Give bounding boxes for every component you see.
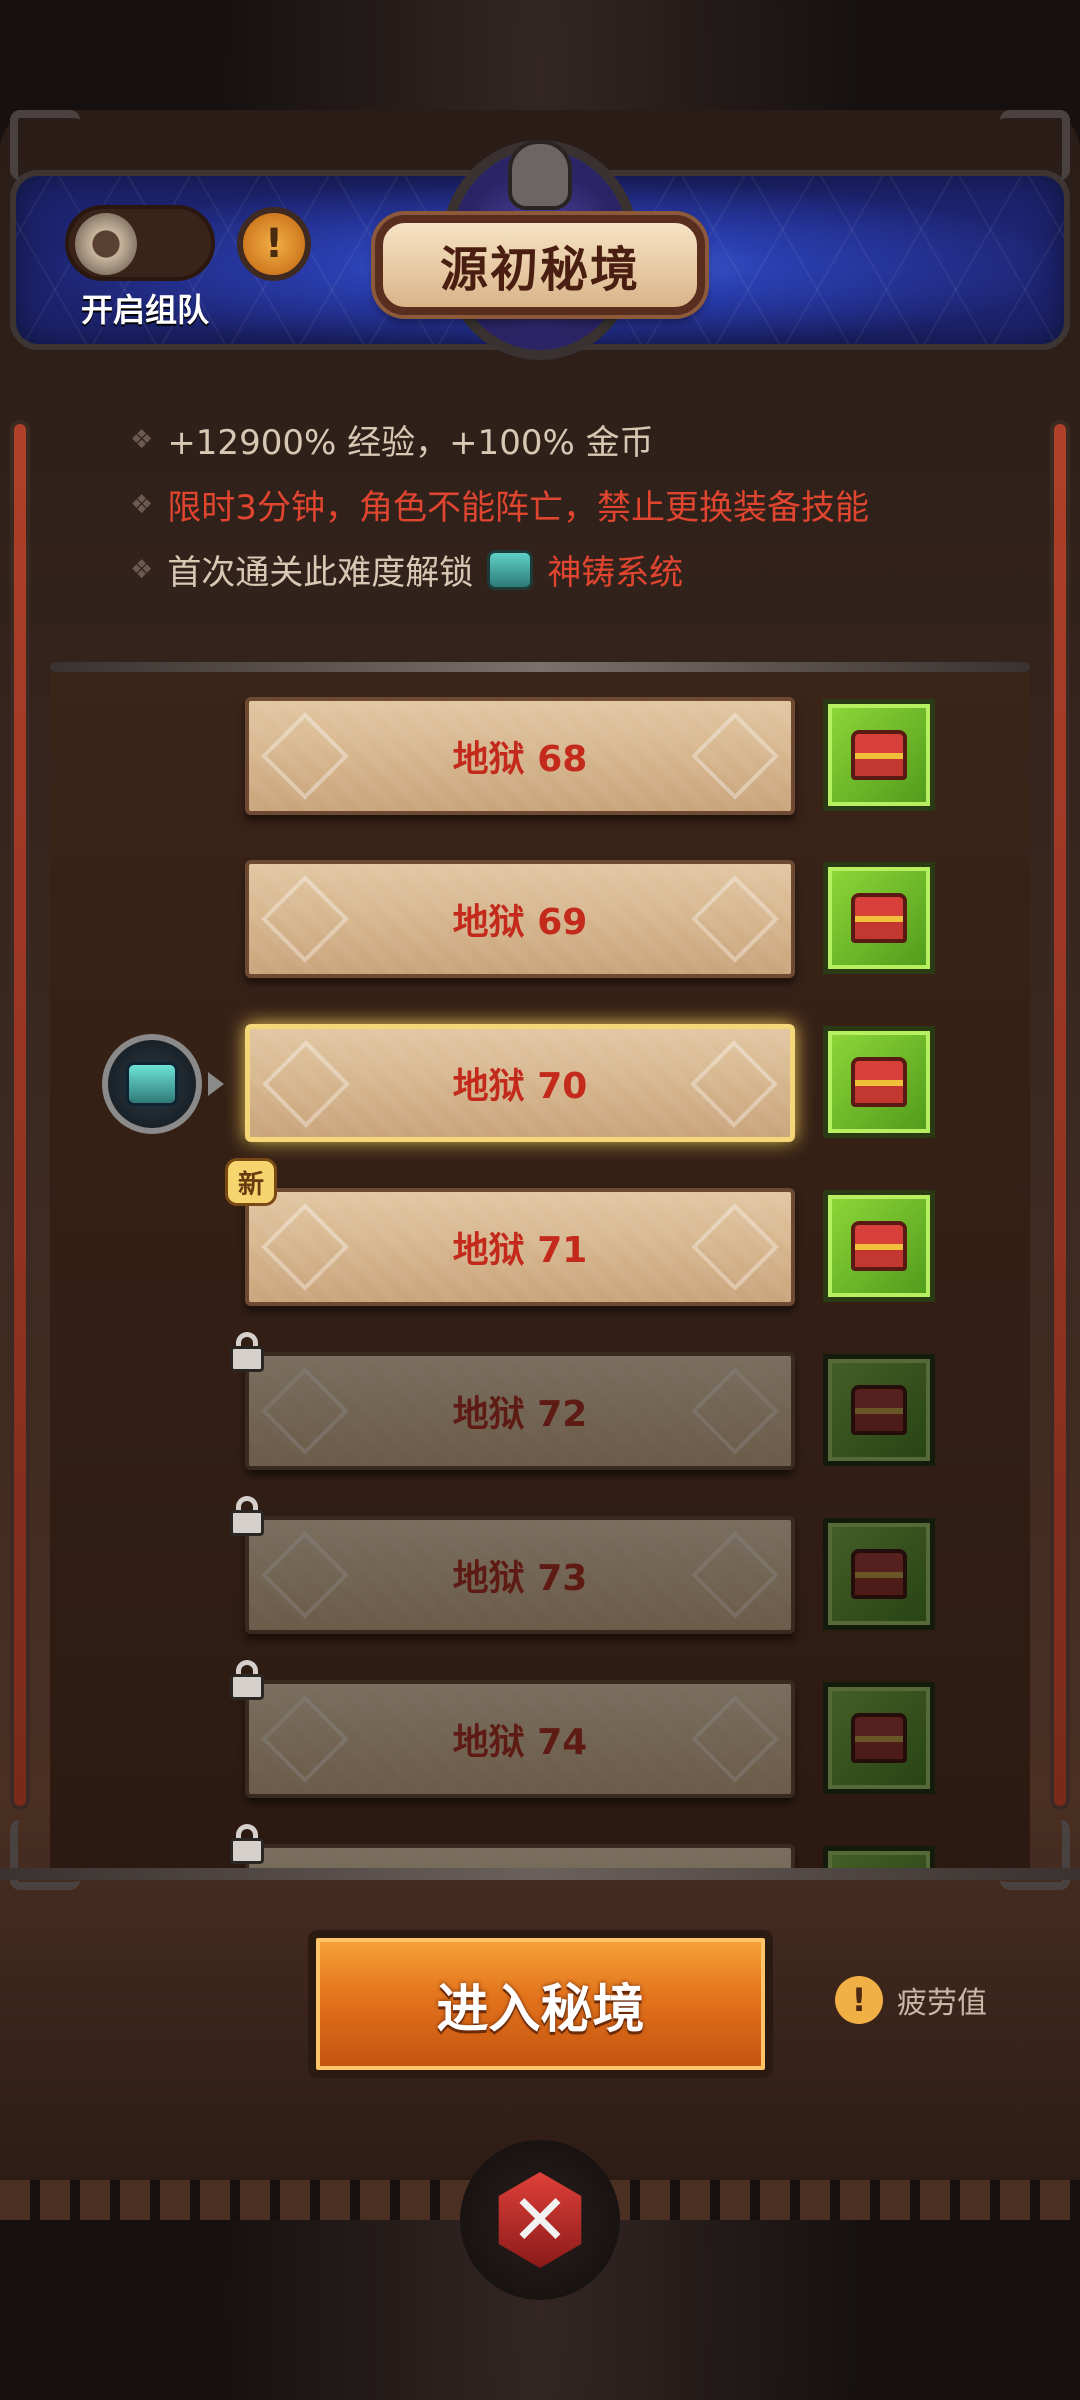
level-row[interactable]: 地狱 69	[50, 860, 1030, 980]
lock-icon	[230, 1824, 264, 1864]
level-button[interactable]: 地狱 69	[245, 860, 795, 978]
chest-icon	[851, 1057, 907, 1107]
marker-arrow-icon	[208, 1072, 224, 1096]
left-rail	[10, 420, 30, 1810]
chest-icon	[851, 730, 907, 780]
lock-icon	[230, 1660, 264, 1700]
enter-dungeon-button[interactable]: 进入秘境	[308, 1930, 773, 2078]
level-button[interactable]: 地狱 73	[245, 1516, 795, 1634]
level-button[interactable]: 地狱 72	[245, 1352, 795, 1470]
frame-corner	[1000, 110, 1070, 180]
info-unlock: ❖ 首次通关此难度解锁 神铸系统	[130, 545, 683, 594]
fatigue-info[interactable]: ! 疲劳值	[835, 1975, 987, 2025]
team-toggle[interactable]	[65, 205, 215, 281]
level-button[interactable]: 地狱 68	[245, 697, 795, 815]
toggle-knob	[75, 213, 137, 275]
reward-chest-button[interactable]	[823, 1354, 935, 1466]
exclamation-icon: !	[264, 221, 284, 267]
forge-system-icon	[126, 1062, 178, 1106]
info-rules: ❖ 限时3分钟，角色不能阵亡，禁止更换装备技能	[130, 488, 869, 528]
divider	[50, 662, 1030, 672]
team-toggle-label: 开启组队	[80, 291, 209, 329]
level-row[interactable]: 地狱 71 新	[50, 1158, 1030, 1308]
close-icon: ✕	[498, 2172, 582, 2268]
fatigue-label: 疲劳值	[897, 1986, 987, 2021]
chest-icon	[851, 1221, 907, 1271]
close-button[interactable]: ✕	[460, 2140, 620, 2300]
reward-chest-button[interactable]	[823, 699, 935, 811]
new-badge: 新	[225, 1158, 277, 1206]
difficulty-list[interactable]: 地狱 68 地狱 69 地狱 70 地狱 71 新 地狱 72 地狱 73 地狱…	[50, 672, 1030, 1872]
reward-chest-button[interactable]	[823, 862, 935, 974]
lock-icon	[230, 1332, 264, 1372]
level-row-locked[interactable]: 地狱 72	[50, 1332, 1030, 1472]
level-row-locked[interactable]: 地狱 74	[50, 1660, 1030, 1800]
chest-icon	[851, 1713, 907, 1763]
bullet-icon: ❖	[130, 424, 154, 455]
right-rail	[1050, 420, 1070, 1810]
reward-chest-button[interactable]	[823, 1682, 935, 1794]
bullet-icon: ❖	[130, 489, 154, 520]
reward-chest-button[interactable]	[823, 1190, 935, 1302]
info-warning-button[interactable]: !	[237, 207, 311, 281]
reward-chest-button[interactable]	[823, 1026, 935, 1138]
level-button[interactable]: 地狱 70	[245, 1024, 795, 1142]
chest-icon	[851, 1385, 907, 1435]
forge-system-icon	[487, 549, 534, 590]
level-row[interactable]: 地狱 68	[50, 697, 1030, 817]
chest-icon	[851, 1549, 907, 1599]
info-area: ❖ +12900% 经验，+100% 金币 ❖ 限时3分钟，角色不能阵亡，禁止更…	[40, 380, 1040, 660]
lock-icon	[230, 1496, 264, 1536]
exclamation-icon: !	[835, 1976, 883, 2024]
forge-system-link: 神铸系统	[547, 553, 684, 593]
level-button[interactable]: 地狱 71	[245, 1188, 795, 1306]
chest-icon	[851, 893, 907, 943]
skull-icon	[508, 140, 572, 210]
level-button[interactable]: 地狱 74	[245, 1680, 795, 1798]
page-title: 源初秘境	[375, 215, 705, 315]
reward-chest-button[interactable]	[823, 1518, 935, 1630]
current-level-marker	[102, 1034, 202, 1134]
bullet-icon: ❖	[130, 554, 154, 585]
info-rewards: ❖ +12900% 经验，+100% 金币	[130, 423, 654, 463]
frame-corner	[10, 110, 80, 180]
level-row-locked[interactable]: 地狱 73	[50, 1496, 1030, 1636]
bottom-frame	[0, 1868, 1080, 1880]
level-row-selected[interactable]: 地狱 70	[50, 1024, 1030, 1144]
